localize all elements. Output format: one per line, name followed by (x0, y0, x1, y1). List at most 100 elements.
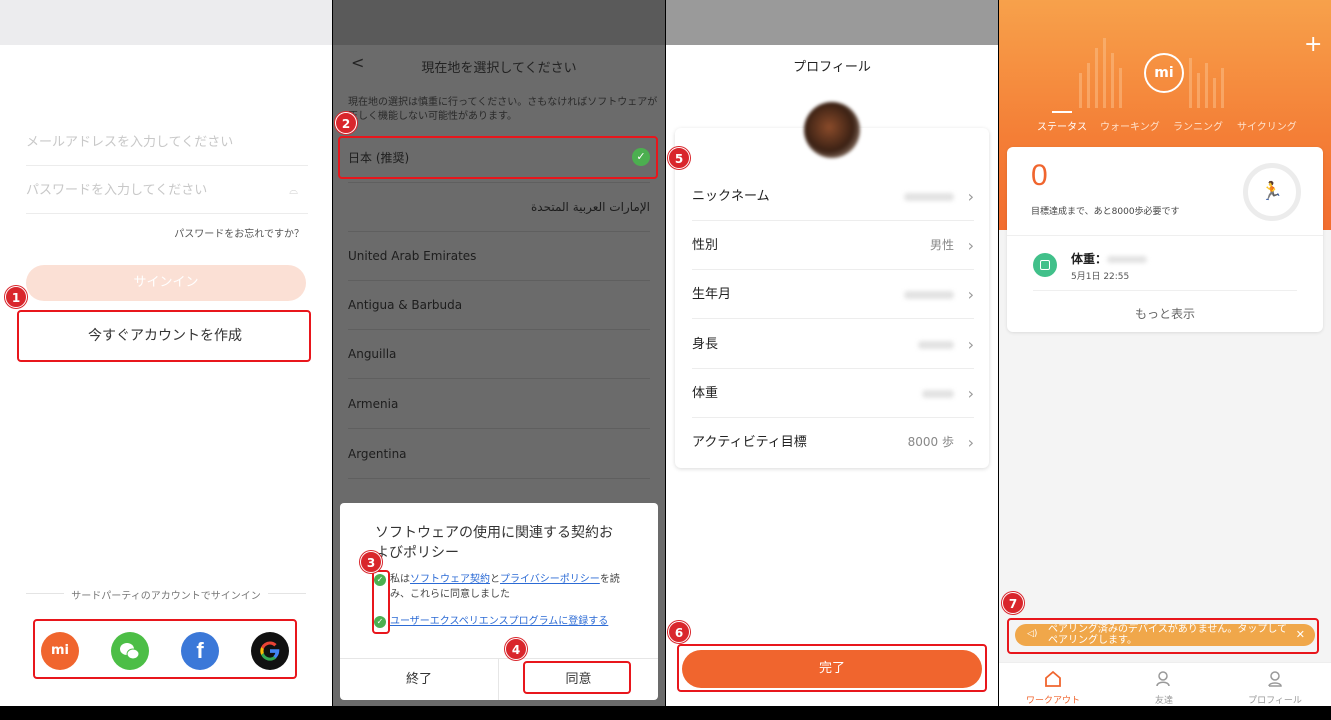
list-item[interactable]: الإمارات العربية المتحدة (348, 183, 650, 232)
wechat-icon[interactable] (111, 632, 149, 670)
location-screen: < 現在地を選択してください 現在地の選択は慎重に行ってください。さもなければソ… (333, 0, 665, 706)
step-badge: 6 (668, 621, 690, 643)
warning-text: ペアリング済みのデバイスがありません。タップしてペアリングします。 (1048, 624, 1288, 646)
page-title: プロフィール (793, 60, 871, 75)
signin-button[interactable]: サインイン (26, 265, 306, 301)
status-area (666, 0, 998, 45)
email-field[interactable]: メールアドレスを入力してください (26, 120, 308, 166)
status-area (0, 0, 332, 45)
step-badge: 2 (335, 112, 357, 134)
status-card: 0 目標達成まで、あと8000歩必要です 🏃 体重： 5月1日 22:55 もっ… (1007, 147, 1323, 332)
facebook-icon[interactable]: f (181, 632, 219, 670)
row-label: アクティビティ目標 (692, 435, 807, 450)
profile-row-nickname[interactable]: ニックネーム › (692, 172, 974, 221)
tab-walking[interactable]: ウォーキング (1100, 118, 1160, 133)
page-title: 現在地を選択してください (421, 61, 577, 76)
chevron-right-icon: › (967, 236, 974, 255)
profile-row-gender[interactable]: 性別 男性 › (692, 221, 974, 270)
profile-row-birth[interactable]: 生年月 › (692, 270, 974, 319)
divider (1033, 290, 1297, 291)
tab-running[interactable]: ランニング (1173, 118, 1223, 133)
notice-text: 現在地の選択は慎重に行ってください。さもなければソフトウェアが正しく機能しない可… (348, 97, 658, 122)
list-item[interactable]: Antigua & Barbuda (348, 281, 650, 330)
list-item[interactable]: United Arab Emirates (348, 232, 650, 281)
row-value (904, 172, 954, 221)
list-item[interactable]: Argentina (348, 430, 650, 479)
forgot-password-link[interactable]: パスワードをお忘れですか？ (174, 225, 304, 240)
no-device-banner[interactable]: ◁) ペアリング済みのデバイスがありません。タップしてペアリングします。 ✕ (1015, 624, 1315, 646)
software-agreement-link[interactable]: ソフトウェア契約 (410, 574, 490, 585)
list-item[interactable]: Anguilla (348, 330, 650, 379)
row-label: 性別 (692, 238, 719, 253)
highlight-box (372, 570, 390, 634)
row-label: 身長 (692, 337, 719, 352)
profile-icon[interactable] (1266, 670, 1284, 688)
goal-text: 目標達成まで、あと8000歩必要です (1031, 207, 1180, 217)
row-value: 男性 (929, 238, 954, 252)
row-label: 体重 (692, 386, 719, 401)
agree-and: と (490, 574, 500, 585)
row-value: 8000 歩 (907, 435, 954, 449)
nav-workout[interactable]: ワークアウト (1013, 693, 1093, 706)
profile-screen: プロフィール ニックネーム › 性別 男性 › 生年月 › 身長 › 体重 › … (666, 0, 998, 706)
status-area (333, 0, 665, 45)
nav-profile[interactable]: プロフィール (1235, 693, 1315, 706)
row-value (918, 320, 954, 369)
password-field[interactable]: パスワードを入力してください ⌓ (26, 168, 308, 214)
speaker-icon: ◁) (1027, 629, 1038, 639)
dashboard-screen: mi + ステータス ウォーキング ランニング サイクリング 0 目標達成まで、… (999, 0, 1331, 706)
avatar[interactable] (804, 102, 860, 158)
weight-label-text: 体重： (1071, 252, 1108, 266)
agreement-text-1: 私はソフトウェア契約とプライバシーポリシーを読み、これらに同意しました (390, 572, 620, 602)
step-badge: 3 (360, 551, 382, 573)
exit-button[interactable]: 終了 (340, 658, 499, 700)
list-item[interactable]: Armenia (348, 380, 650, 429)
row-label: ニックネーム (692, 189, 770, 204)
profile-row-goal[interactable]: アクティビティ目標 8000 歩 › (692, 418, 974, 467)
tab-cycling[interactable]: サイクリング (1237, 118, 1297, 133)
mi-logo: mi (1144, 53, 1184, 93)
profile-row-weight[interactable]: 体重 › (692, 369, 974, 418)
dialog-title: ソフトウェアの使用に関連する契約およびポリシー (375, 525, 613, 561)
signin-screen: メールアドレスを入力してください パスワードを入力してください ⌓ パスワードを… (0, 0, 332, 706)
user-experience-link[interactable]: ユーザーエクスペリエンスプログラムに登録する (390, 616, 608, 627)
divider (1007, 235, 1323, 236)
show-more-button[interactable]: もっと表示 (1007, 305, 1323, 322)
step-count: 0 (1031, 159, 1048, 192)
chevron-right-icon: › (967, 433, 974, 452)
weight-date: 5月1日 22:55 (1071, 272, 1130, 282)
friends-icon[interactable] (1155, 670, 1173, 688)
tab-indicator (1052, 111, 1072, 113)
highlight-box (677, 644, 987, 692)
agreement-text-2: ユーザーエクスペリエンスプログラムに登録する (390, 614, 620, 629)
password-placeholder: パスワードを入力してください (26, 183, 208, 198)
step-badge: 5 (668, 147, 690, 169)
add-icon[interactable]: + (1304, 34, 1322, 56)
step-badge: 1 (5, 286, 27, 308)
eye-icon[interactable]: ⌓ (289, 168, 298, 214)
step-badge: 7 (1002, 592, 1024, 614)
highlight-box (338, 136, 658, 179)
agree-prefix: 私は (390, 574, 410, 585)
mi-icon[interactable]: mi (41, 632, 79, 670)
nav-friends[interactable]: 友達 (1124, 693, 1204, 706)
bottom-nav: ワークアウト 友達 プロフィール (999, 662, 1331, 706)
profile-row-height[interactable]: 身長 › (692, 320, 974, 369)
google-icon[interactable] (251, 632, 289, 670)
row-label: 生年月 (692, 287, 732, 302)
runner-icon: 🏃 (1260, 181, 1284, 202)
weight-label: 体重： (1071, 250, 1148, 267)
close-icon[interactable]: ✕ (1296, 629, 1305, 640)
progress-ring: 🏃 (1243, 163, 1301, 221)
agreement-dialog: ソフトウェアの使用に関連する契約およびポリシー ✓ 私はソフトウェア契約とプライ… (340, 503, 658, 700)
create-account-button[interactable]: 今すぐアカウントを作成 (20, 313, 310, 361)
third-party-label: サードパーティのアカウントでサインイン (71, 591, 261, 602)
home-icon[interactable] (1044, 670, 1062, 688)
row-value (922, 369, 954, 418)
tab-status[interactable]: ステータス (1037, 118, 1087, 133)
chevron-right-icon: › (967, 187, 974, 206)
privacy-policy-link[interactable]: プライバシーポリシー (500, 574, 600, 585)
highlight-box (523, 661, 631, 694)
chevron-right-icon: › (967, 285, 974, 304)
scale-icon (1033, 253, 1057, 277)
